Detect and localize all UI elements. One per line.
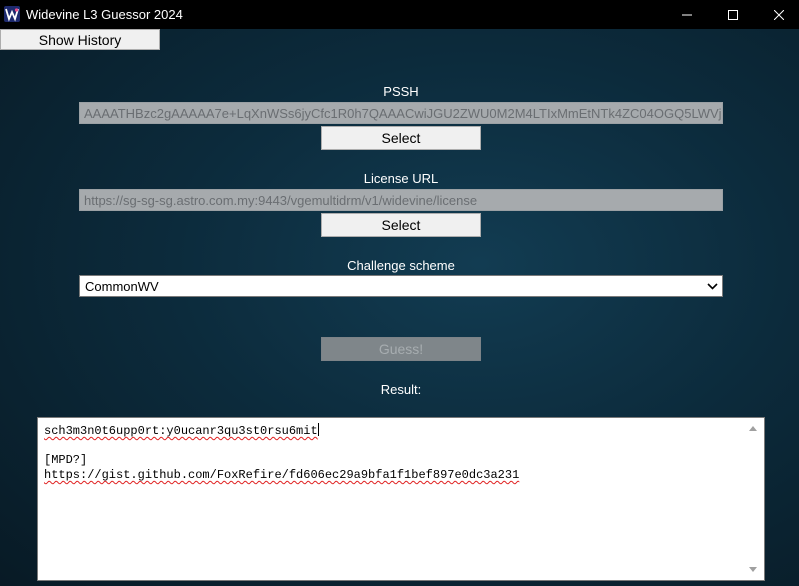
pssh-select-button[interactable]: Select bbox=[321, 126, 481, 150]
minimize-button[interactable] bbox=[664, 0, 710, 29]
result-line-4: https://gist.github.com/FoxRefire/fd606e… bbox=[44, 468, 520, 482]
widevine-logo-icon bbox=[4, 6, 20, 22]
show-history-button[interactable]: Show History bbox=[0, 29, 160, 50]
challenge-scheme-label: Challenge scheme bbox=[347, 258, 455, 273]
close-button[interactable] bbox=[756, 0, 799, 29]
text-caret bbox=[317, 423, 319, 436]
pssh-label: PSSH bbox=[383, 84, 419, 99]
window-title: Widevine L3 Guessor 2024 bbox=[26, 7, 183, 22]
chevron-down-icon bbox=[707, 283, 718, 290]
result-blank-line bbox=[44, 438, 743, 453]
license-url-field: https://sg-sg-sg.astro.com.my:9443/vgemu… bbox=[79, 189, 723, 211]
guess-button[interactable]: Guess! bbox=[321, 337, 481, 361]
maximize-icon bbox=[728, 9, 738, 20]
scroll-up-icon[interactable] bbox=[749, 426, 757, 431]
maximize-button[interactable] bbox=[710, 0, 756, 29]
result-scrollbar[interactable] bbox=[746, 422, 760, 576]
app-window: Widevine L3 Guessor 2024 Show History PS… bbox=[0, 0, 799, 586]
result-label: Result: bbox=[380, 382, 422, 397]
title-bar[interactable]: Widevine L3 Guessor 2024 bbox=[0, 0, 799, 29]
close-icon bbox=[774, 9, 784, 20]
license-url-label: License URL bbox=[363, 171, 439, 186]
pssh-field: AAAATHBzc2gAAAAA7e+LqXnWSs6jyCfc1R0h7QAA… bbox=[79, 102, 723, 124]
challenge-scheme-select[interactable]: CommonWV bbox=[79, 275, 723, 297]
result-textarea[interactable]: sch3m3n0t6upp0rt:y0ucanr3qu3st0rsu6mit [… bbox=[37, 417, 765, 581]
scroll-down-icon[interactable] bbox=[749, 567, 757, 572]
minimize-icon bbox=[682, 14, 692, 15]
result-line-1: sch3m3n0t6upp0rt:y0ucanr3qu3st0rsu6mit bbox=[44, 424, 318, 438]
result-text[interactable]: sch3m3n0t6upp0rt:y0ucanr3qu3st0rsu6mit [… bbox=[42, 422, 745, 576]
challenge-scheme-value: CommonWV bbox=[85, 279, 159, 294]
result-line-3: [MPD?] bbox=[44, 453, 88, 467]
license-select-button[interactable]: Select bbox=[321, 213, 481, 237]
